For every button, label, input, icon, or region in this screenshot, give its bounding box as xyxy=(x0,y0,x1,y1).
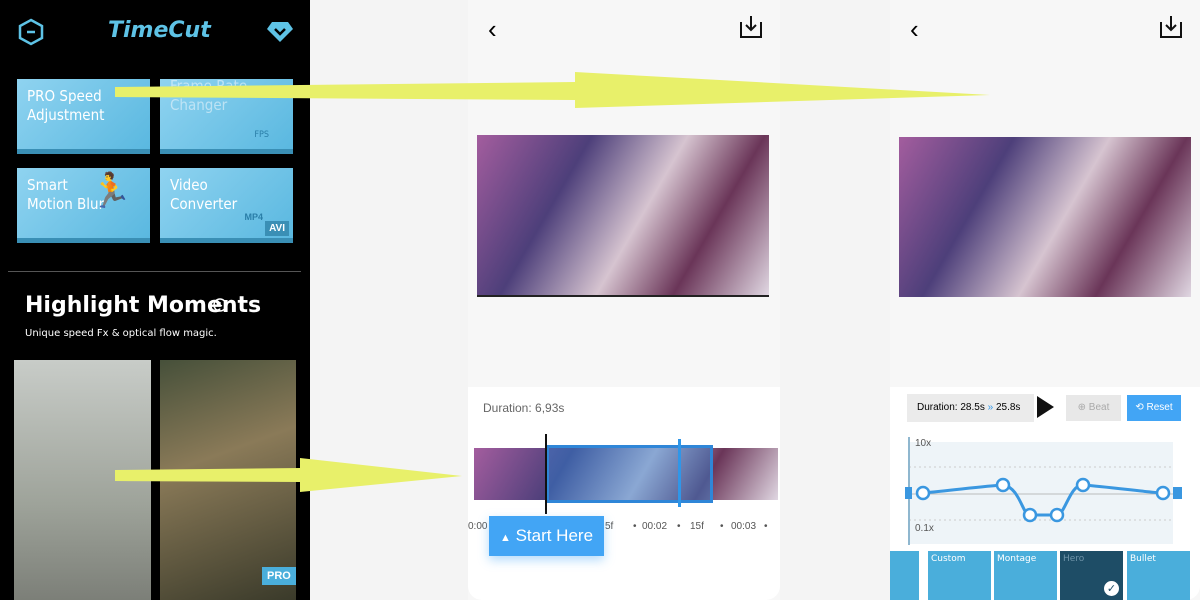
tick: 00:03 xyxy=(731,521,757,532)
tile-label: Frame Rate Changer xyxy=(170,79,248,114)
playhead[interactable] xyxy=(545,434,547,514)
start-here-label: Start Here xyxy=(515,526,594,545)
tick: • xyxy=(677,521,681,532)
section-subtitle: Unique speed Fx & optical flow magic. xyxy=(25,328,217,339)
tick: 15f xyxy=(690,521,704,532)
mp4-badge: MP4 xyxy=(244,212,263,222)
tick: 0:00 xyxy=(468,521,488,532)
duration-arrow: » xyxy=(987,402,994,413)
tick: • xyxy=(720,521,724,532)
start-here-button[interactable]: ▲ Start Here xyxy=(489,516,604,556)
duration-label: Duration: 6,93s xyxy=(483,401,565,415)
speed-curve-screen: ‹ Duration: 28.5s » 25.8s ⊕ Beat ⟲ Reset… xyxy=(890,0,1200,600)
tile-frame-rate[interactable]: Frame Rate Changer FPS xyxy=(160,79,293,154)
tile-video-converter[interactable]: Video Converter AVI MP4 xyxy=(160,168,293,243)
preset-montage[interactable]: Montage xyxy=(994,551,1057,600)
preset-label: Hero xyxy=(1063,554,1085,564)
duration-from: Duration: 28.5s xyxy=(917,402,985,413)
clock-icon xyxy=(213,298,227,312)
highlight-photo-woman[interactable] xyxy=(160,360,296,600)
tick: 00:02 xyxy=(642,521,668,532)
pro-badge: PRO xyxy=(262,567,296,585)
trim-screen: ‹ Duration: 6,93s 0:00 5f • 00:02 • 15f … xyxy=(468,0,780,600)
download-icon[interactable] xyxy=(1158,14,1184,40)
range-handle[interactable] xyxy=(678,439,681,507)
back-icon[interactable]: ‹ xyxy=(488,14,497,45)
y-min-label: 0.1x xyxy=(915,523,934,534)
beat-button[interactable]: ⊕ Beat xyxy=(1066,395,1121,421)
tile-label: Video Converter xyxy=(170,176,238,213)
speed-curve-graph[interactable] xyxy=(905,432,1185,547)
selection-range[interactable] xyxy=(546,445,713,503)
preset-hero-selected[interactable]: Hero ✓ xyxy=(1060,551,1123,600)
video-preview[interactable] xyxy=(477,135,769,297)
menu-hexagon-icon[interactable] xyxy=(18,18,44,46)
fps-label: FPS xyxy=(254,130,269,140)
y-max-label: 10x xyxy=(915,438,932,449)
preset-custom[interactable]: Custom xyxy=(928,551,991,600)
tick: 5f xyxy=(605,521,614,532)
highlight-photo-dancer[interactable] xyxy=(14,360,151,600)
triangle-up-icon: ▲ xyxy=(499,532,511,544)
premium-diamond-icon[interactable] xyxy=(267,21,293,43)
divider xyxy=(8,271,301,272)
duration-display: Duration: 28.5s » 25.8s xyxy=(907,394,1034,422)
tick: • xyxy=(764,521,768,532)
play-icon[interactable] xyxy=(1037,396,1054,418)
reset-label: Reset xyxy=(1146,402,1173,413)
reset-button[interactable]: ⟲ Reset xyxy=(1127,395,1181,421)
duration-to: 25.8s xyxy=(995,402,1021,413)
preset-bullet[interactable]: Bullet xyxy=(1127,551,1190,600)
timeline-panel: Duration: 6,93s 0:00 5f • 00:02 • 15f • … xyxy=(468,387,780,600)
app-title: TimeCut xyxy=(108,18,211,43)
running-person-icon: 🏃 xyxy=(89,171,132,211)
avi-badge: AVI xyxy=(265,221,289,236)
preset-partial[interactable] xyxy=(890,551,919,600)
beat-label: Beat xyxy=(1088,402,1110,413)
tile-motion-blur[interactable]: Smart Motion Blur 🏃 xyxy=(17,168,150,243)
back-icon[interactable]: ‹ xyxy=(910,14,919,45)
check-icon: ✓ xyxy=(1104,581,1119,596)
home-screen: TimeCut PRO Speed Adjustment Frame Rate … xyxy=(0,0,310,600)
video-preview[interactable] xyxy=(899,137,1191,297)
tile-pro-speed[interactable]: PRO Speed Adjustment xyxy=(17,79,150,154)
tick: • xyxy=(633,521,637,532)
download-icon[interactable] xyxy=(738,14,764,40)
